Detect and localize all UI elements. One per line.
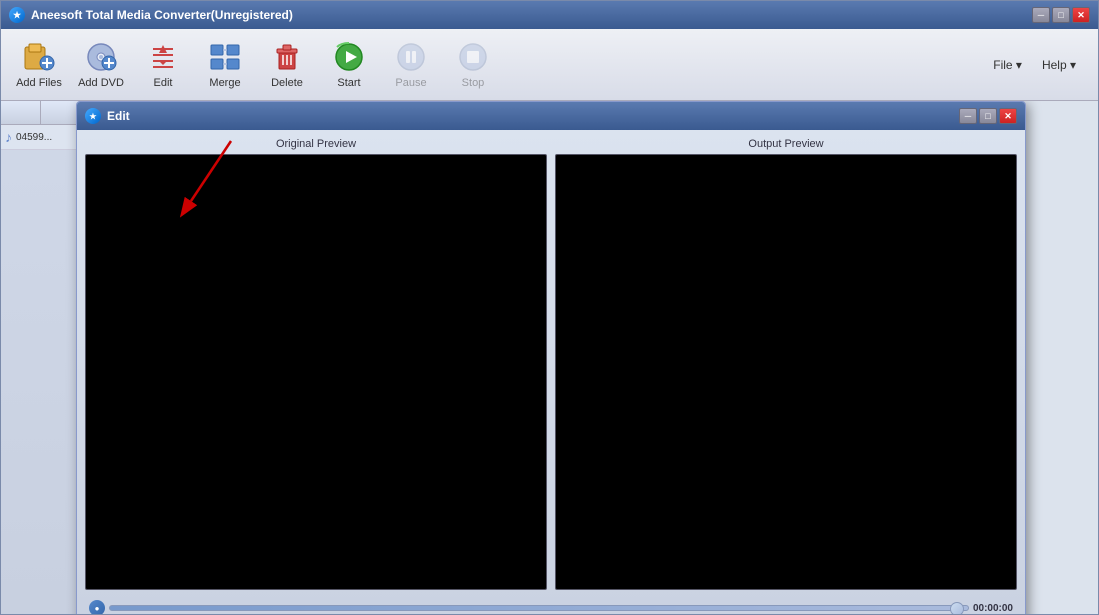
add-dvd-button[interactable]: Add DVD [71, 35, 131, 95]
left-panel-header [1, 101, 80, 125]
original-preview-panel: Original Preview [85, 138, 547, 590]
help-menu-button[interactable]: Help ▾ [1036, 54, 1082, 76]
maximize-button[interactable]: □ [1052, 7, 1070, 23]
title-bar-left: ★ Aneesoft Total Media Converter(Unregis… [9, 7, 293, 23]
edit-label: Edit [154, 77, 173, 89]
title-controls: ─ □ ✕ [1032, 7, 1090, 23]
add-files-button[interactable]: Add Files [9, 35, 69, 95]
dialog-icon: ★ [85, 108, 101, 124]
merge-label: Merge [209, 77, 240, 89]
slider-time: 00:00:00 [973, 603, 1013, 614]
main-window: ★ Aneesoft Total Media Converter(Unregis… [0, 0, 1099, 615]
app-title: Aneesoft Total Media Converter(Unregiste… [31, 8, 293, 22]
pause-button[interactable]: Pause [381, 35, 441, 95]
slider-thumb[interactable] [950, 602, 964, 614]
dialog-title-bar: ★ Edit ─ □ ✕ [77, 102, 1025, 130]
output-preview-panel: Output Preview [555, 138, 1017, 590]
output-preview-video [555, 154, 1017, 590]
dialog-minimize-button[interactable]: ─ [959, 108, 977, 124]
panel-tab-2[interactable] [41, 101, 81, 124]
list-item[interactable]: ♪ 04599... [1, 125, 80, 150]
dialog-close-button[interactable]: ✕ [999, 108, 1017, 124]
dialog-title-left: ★ Edit [85, 108, 130, 124]
close-button[interactable]: ✕ [1072, 7, 1090, 23]
left-panel: ♪ 04599... [1, 101, 81, 614]
app-icon: ★ [9, 7, 25, 23]
toolbar: Add Files Add DVD [1, 29, 1098, 101]
file-menu-button[interactable]: File ▾ [987, 54, 1028, 76]
edit-dialog: ★ Edit ─ □ ✕ Original Preview [76, 101, 1026, 614]
slider-icon: ● [89, 600, 105, 614]
preview-panels: Original Preview Output Preview [85, 138, 1017, 590]
delete-button[interactable]: Delete [257, 35, 317, 95]
panel-tab-1[interactable] [1, 101, 41, 124]
content-area: ♪ 04599... ★ Edit ─ □ ✕ [1, 101, 1098, 614]
delete-icon [271, 41, 303, 73]
stop-button[interactable]: Stop [443, 35, 503, 95]
merge-button[interactable]: Merge [195, 35, 255, 95]
start-button[interactable]: Start [319, 35, 379, 95]
slider-area: ● 00:00:00 [85, 596, 1017, 614]
minimize-button[interactable]: ─ [1032, 7, 1050, 23]
add-files-label: Add Files [16, 77, 62, 89]
file-name: 04599... [16, 132, 52, 143]
title-bar: ★ Aneesoft Total Media Converter(Unregis… [1, 1, 1098, 29]
pause-label: Pause [395, 77, 426, 89]
dialog-controls: ─ □ ✕ [959, 108, 1017, 124]
output-preview-label: Output Preview [555, 138, 1017, 150]
original-preview-label: Original Preview [85, 138, 547, 150]
music-icon: ♪ [5, 129, 12, 145]
add-dvd-icon [85, 41, 117, 73]
stop-icon [457, 41, 489, 73]
add-dvd-label: Add DVD [78, 77, 124, 89]
dialog-maximize-button[interactable]: □ [979, 108, 997, 124]
start-label: Start [337, 77, 360, 89]
merge-icon [209, 41, 241, 73]
timeline-slider[interactable] [109, 605, 969, 611]
original-preview-video [85, 154, 547, 590]
dialog-title: Edit [107, 109, 130, 123]
edit-icon [147, 41, 179, 73]
edit-button[interactable]: Edit [133, 35, 193, 95]
toolbar-menu: File ▾ Help ▾ [987, 54, 1082, 76]
delete-label: Delete [271, 77, 303, 89]
dialog-body: Original Preview Output Preview ● 00:00:… [77, 130, 1025, 614]
stop-label: Stop [462, 77, 485, 89]
pause-icon [395, 41, 427, 73]
start-icon [333, 41, 365, 73]
toolbar-buttons: Add Files Add DVD [9, 35, 503, 95]
add-files-icon [23, 41, 55, 73]
